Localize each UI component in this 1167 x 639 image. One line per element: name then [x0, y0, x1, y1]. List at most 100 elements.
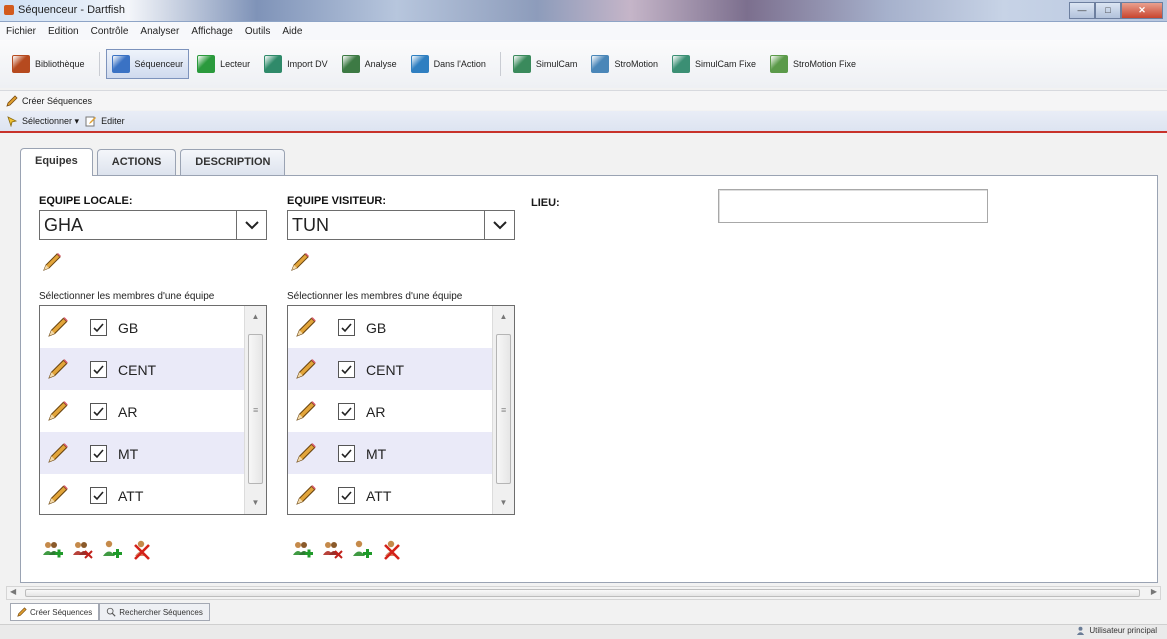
sequence-panel: Equipes ACTIONS DESCRIPTION EQUIPE LOCAL… — [10, 142, 1158, 585]
chevron-down-icon[interactable] — [236, 211, 266, 239]
edit-home-team-icon[interactable] — [41, 251, 63, 273]
member-checkbox[interactable] — [338, 487, 355, 504]
away-team-select[interactable]: TUN — [287, 210, 515, 240]
list-item[interactable]: GB — [288, 306, 493, 348]
menu-outils[interactable]: Outils — [245, 26, 271, 37]
scroll-thumb[interactable]: ≡ — [248, 334, 263, 484]
home-remove-team-icon[interactable] — [71, 539, 93, 561]
list-item[interactable]: GB — [40, 306, 245, 348]
list-item[interactable]: AR — [288, 390, 493, 432]
pencil-icon[interactable] — [294, 357, 318, 381]
pencil-icon[interactable] — [294, 483, 318, 507]
menu-affichage[interactable]: Affichage — [191, 26, 233, 37]
toolbar-button-stromotion[interactable]: StroMotion — [585, 49, 664, 79]
toolbar-button-import-dv[interactable]: Import DV — [258, 49, 334, 79]
pencil-icon[interactable] — [46, 357, 70, 381]
member-checkbox[interactable] — [90, 361, 107, 378]
horizontal-scrollbar[interactable]: ◀ ▶ — [6, 586, 1161, 600]
menu-analyser[interactable]: Analyser — [140, 26, 179, 37]
list-item[interactable]: AR — [40, 390, 245, 432]
tab-search-sequences[interactable]: Rechercher Séquences — [99, 603, 210, 621]
member-checkbox[interactable] — [338, 403, 355, 420]
member-checkbox[interactable] — [90, 319, 107, 336]
scroll-up-icon[interactable]: ▲ — [245, 308, 266, 326]
scroll-left-icon[interactable]: ◀ — [10, 587, 16, 596]
scroll-right-icon[interactable]: ▶ — [1151, 587, 1157, 596]
stromotion-icon — [591, 55, 610, 73]
tab-create-sequences[interactable]: Créer Séquences — [10, 603, 100, 621]
member-checkbox[interactable] — [338, 319, 355, 336]
member-checkbox[interactable] — [90, 445, 107, 462]
pencil-icon[interactable] — [294, 399, 318, 423]
toolbar-button-simulcam[interactable]: SimulCam — [507, 49, 584, 79]
toolbar-button-library[interactable]: Bibliothèque — [6, 49, 91, 79]
vertical-scrollbar[interactable]: ▲ ≡ ▼ — [492, 306, 514, 514]
list-item[interactable]: MT — [288, 432, 493, 474]
vertical-scrollbar[interactable]: ▲ ≡ ▼ — [244, 306, 266, 514]
toolbar-button-stromotion-fixe[interactable]: StroMotion Fixe — [764, 49, 862, 79]
horizontal-scroll-thumb[interactable] — [25, 589, 1140, 597]
select-icon — [6, 115, 18, 128]
tab-description[interactable]: DESCRIPTION — [180, 149, 286, 175]
toolbar-button-sequencer[interactable]: Séquenceur — [105, 49, 190, 79]
list-item[interactable]: MT — [40, 432, 245, 474]
list-item[interactable]: ATT — [40, 474, 245, 514]
home-remove-member-icon[interactable] — [131, 539, 153, 561]
tab-create-sequences-label: Créer Séquences — [30, 607, 93, 617]
checkmark-icon — [341, 323, 352, 333]
scroll-up-icon[interactable]: ▲ — [493, 308, 514, 326]
checkmark-icon — [341, 449, 352, 459]
away-remove-member-icon[interactable] — [381, 539, 403, 561]
toolbar-button-in-action[interactable]: Dans l'Action — [405, 49, 492, 79]
scroll-thumb[interactable]: ≡ — [496, 334, 511, 484]
teams-content: EQUIPE LOCALE: GHA Sélectionner les memb… — [20, 175, 1158, 583]
menu-aide[interactable]: Aide — [282, 26, 302, 37]
away-add-member-icon[interactable] — [351, 539, 373, 561]
maximize-button[interactable]: □ — [1095, 2, 1121, 19]
member-checkbox[interactable] — [90, 487, 107, 504]
edit-away-team-icon[interactable] — [289, 251, 311, 273]
create-sequences-button[interactable]: Créer Séquences — [22, 96, 92, 106]
member-checkbox[interactable] — [338, 361, 355, 378]
select-dropdown[interactable]: Sélectionner ▾ — [22, 116, 79, 127]
home-add-member-icon[interactable] — [101, 539, 123, 561]
member-checkbox[interactable] — [90, 403, 107, 420]
scroll-down-icon[interactable]: ▼ — [245, 494, 266, 512]
away-remove-team-icon[interactable] — [321, 539, 343, 561]
grip-icon: ≡ — [253, 405, 259, 415]
current-user: Utilisateur principal — [1076, 626, 1157, 635]
scroll-down-icon[interactable]: ▼ — [493, 494, 514, 512]
member-checkbox[interactable] — [338, 445, 355, 462]
chevron-down-icon[interactable] — [484, 211, 514, 239]
pencil-icon[interactable] — [46, 441, 70, 465]
edit-button[interactable]: Editer — [101, 116, 125, 126]
pencil-icon[interactable] — [294, 441, 318, 465]
list-item[interactable]: CENT — [288, 348, 493, 390]
menu-edition[interactable]: Edition — [48, 26, 79, 37]
menu-controle[interactable]: Contrôle — [91, 26, 129, 37]
toolbar-button-simulcam-fixe[interactable]: SimulCam Fixe — [666, 49, 762, 79]
toolbar-button-analyse[interactable]: Analyse — [336, 49, 403, 79]
away-add-team-icon[interactable] — [291, 539, 313, 561]
pencil-icon[interactable] — [46, 483, 70, 507]
minimize-button[interactable]: — — [1069, 2, 1095, 19]
menu-fichier[interactable]: Fichier — [6, 26, 36, 37]
pencil-icon[interactable] — [46, 399, 70, 423]
list-item[interactable]: CENT — [40, 348, 245, 390]
toolbar-button-player[interactable]: Lecteur — [191, 49, 256, 79]
lieu-input[interactable] — [718, 189, 988, 223]
tab-equipes[interactable]: Equipes — [20, 148, 93, 176]
list-item[interactable]: ATT — [288, 474, 493, 514]
toolbar-button-label: StroMotion Fixe — [792, 59, 857, 69]
home-team-select[interactable]: GHA — [39, 210, 267, 240]
pencil-icon[interactable] — [294, 315, 318, 339]
member-name: AR — [366, 404, 386, 420]
edit-icon — [85, 115, 97, 127]
toolbar-button-label: Dans l'Action — [433, 59, 486, 69]
tab-actions[interactable]: ACTIONS — [96, 149, 177, 175]
toolbar-button-label: Séquenceur — [134, 59, 184, 69]
close-button[interactable]: ✕ — [1121, 2, 1163, 19]
pencil-icon[interactable] — [46, 315, 70, 339]
home-add-team-icon[interactable] — [41, 539, 63, 561]
simulcam-icon — [512, 55, 531, 73]
